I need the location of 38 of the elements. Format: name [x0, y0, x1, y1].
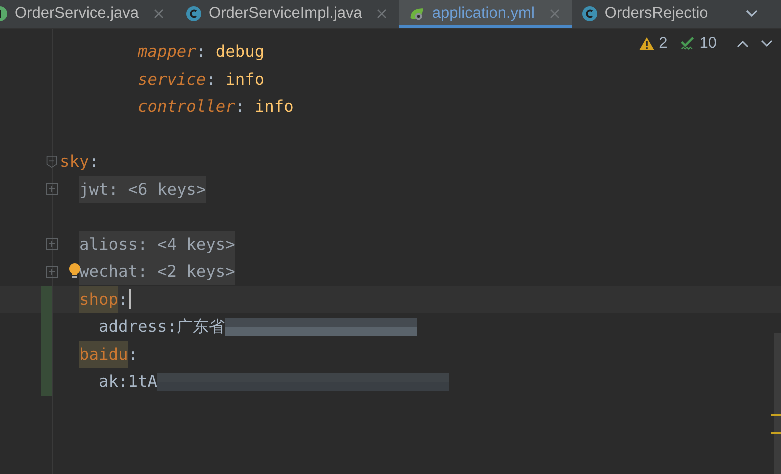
editor-tab[interactable]: OrderService.java — [0, 0, 176, 28]
code-line: mapper: debug — [138, 42, 265, 62]
editor-tab[interactable]: OrderServiceImpl.java — [176, 0, 400, 28]
scrollbar-thumb[interactable] — [774, 333, 781, 474]
collapse-fold-icon[interactable] — [46, 156, 58, 168]
warning-stripe — [771, 432, 781, 434]
tab-label: OrderServiceImpl.java — [209, 5, 362, 23]
chevron-up-icon[interactable] — [737, 40, 749, 48]
folded-code[interactable]: alioss: <4 keys> — [79, 230, 236, 258]
editor-tab[interactable]: OrdersRejectio — [572, 0, 720, 28]
code-line: sky: — [60, 152, 99, 172]
code-line: address:广东省 — [98, 316, 225, 338]
warning-stripe — [771, 414, 781, 416]
chevron-down-icon[interactable] — [761, 40, 773, 48]
tab-label: application.yml — [432, 5, 535, 23]
chevron-down-icon[interactable] — [745, 9, 759, 19]
code-line: service: info — [138, 70, 265, 89]
expand-fold-icon[interactable] — [46, 238, 58, 250]
text-caret — [129, 289, 132, 310]
folded-code[interactable]: wechat: <2 keys> — [79, 258, 236, 286]
tab-label: OrdersRejectio — [604, 5, 708, 23]
folded-code[interactable]: jwt: <6 keys> — [79, 176, 206, 203]
tab-label: OrderService.java — [15, 5, 140, 23]
weak-warning-count: 10 — [700, 35, 717, 53]
spring-leaf-icon — [409, 6, 426, 22]
class-icon — [582, 6, 598, 22]
close-icon[interactable] — [154, 9, 164, 19]
check-icon[interactable] — [680, 37, 696, 51]
warning-count: 2 — [659, 35, 668, 53]
lightbulb-icon[interactable] — [69, 263, 82, 279]
editor-tab[interactable]: application.yml — [399, 0, 572, 28]
expand-fold-icon[interactable] — [46, 266, 58, 278]
expand-fold-icon[interactable] — [46, 183, 58, 196]
warning-icon[interactable] — [639, 37, 656, 51]
code-line: controller: info — [138, 97, 294, 116]
close-icon[interactable] — [377, 9, 388, 19]
code-line: ak:1tA — [98, 372, 158, 392]
class-icon — [186, 6, 202, 22]
